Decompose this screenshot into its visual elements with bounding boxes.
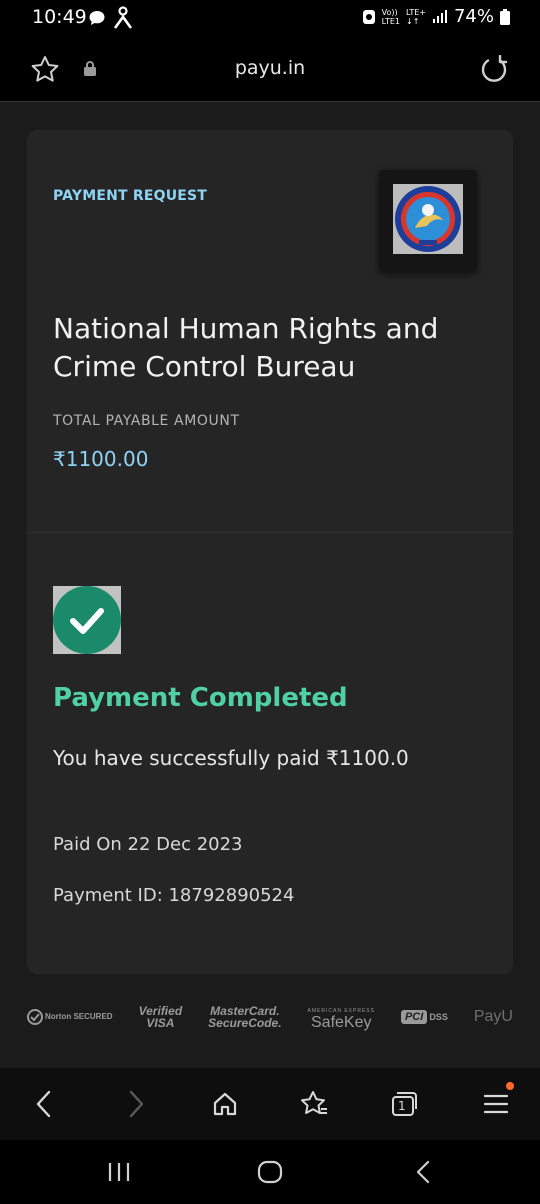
- paid-on-date: Paid On 22 Dec 2023: [53, 834, 243, 855]
- payu-logo: PayU: [473, 1008, 513, 1025]
- home-icon: [213, 1092, 237, 1116]
- status-bar: 10:49 Vo)) LTE1 LTE+ ↓↑ 74%: [0, 0, 540, 36]
- accessibility-icon: [113, 6, 133, 29]
- recent-apps-icon: [108, 1163, 130, 1181]
- notification-dot: [506, 1082, 514, 1090]
- payment-status-title: Payment Completed: [53, 683, 348, 713]
- page-content: PAYMENT REQUEST National Human Rights an…: [0, 102, 540, 1068]
- payment-success-message: You have successfully paid ₹1100.0: [53, 746, 409, 770]
- system-back-icon: [416, 1160, 430, 1184]
- bookmarks-button[interactable]: [298, 1088, 330, 1120]
- amex-safekey-badge: AMERICAN EXPRESS SafeKey: [307, 1008, 375, 1031]
- payment-id: Payment ID: 18792890524: [53, 885, 295, 906]
- system-navigation-bar: [0, 1140, 540, 1204]
- system-back-button[interactable]: [408, 1158, 438, 1186]
- back-arrow-icon: [36, 1090, 51, 1118]
- chat-notification-icon: [89, 11, 105, 25]
- checkmark-icon: [70, 608, 104, 634]
- reload-icon[interactable]: [480, 55, 508, 83]
- forward-button[interactable]: [120, 1088, 152, 1120]
- success-icon-frame: [53, 586, 121, 654]
- browser-toolbar: 1: [0, 1068, 540, 1140]
- lte-plus-label: LTE+: [405, 7, 426, 17]
- trust-badges: Norton SECURED Verified VISA MasterCard.…: [27, 997, 513, 1037]
- battery-percent: 74%: [453, 6, 494, 27]
- signal-icon: [432, 9, 447, 23]
- clock: 10:49: [32, 6, 87, 28]
- merchant-logo: [395, 186, 461, 252]
- menu-button[interactable]: [480, 1082, 514, 1120]
- forward-arrow-icon: [129, 1090, 144, 1118]
- norton-badge: Norton SECURED: [27, 1009, 113, 1025]
- verified-by-visa-badge: Verified VISA: [138, 1004, 183, 1030]
- url-host[interactable]: payu.in: [0, 57, 540, 79]
- system-home-icon: [257, 1160, 283, 1184]
- payment-request-label: PAYMENT REQUEST: [53, 188, 208, 204]
- section-divider: [27, 532, 513, 533]
- back-button[interactable]: [28, 1088, 60, 1120]
- merchant-name: National Human Rights and Crime Control …: [53, 312, 439, 383]
- merchant-logo-frame: [379, 170, 477, 272]
- url-bar: payu.in: [0, 36, 540, 102]
- data-saver-icon: [362, 9, 375, 24]
- data-arrows-icon: ↓↑: [405, 16, 420, 26]
- total-payable-label: TOTAL PAYABLE AMOUNT: [53, 413, 240, 429]
- mastercard-securecode-badge: MasterCard. SecureCode.: [208, 1004, 282, 1030]
- hamburger-menu-icon: [483, 1094, 509, 1114]
- volte-label: Vo)): [381, 7, 398, 17]
- battery-icon: [500, 8, 510, 25]
- tabs-button[interactable]: 1: [388, 1088, 420, 1120]
- lte1-label: LTE1: [381, 16, 400, 26]
- tabs-count: 1: [398, 1099, 406, 1113]
- system-home-button[interactable]: [255, 1158, 285, 1186]
- total-payable-amount: ₹1100.00: [53, 447, 149, 471]
- bookmarks-star-icon: [301, 1091, 327, 1114]
- norton-check-icon: [27, 1009, 43, 1025]
- home-button[interactable]: [209, 1088, 241, 1120]
- payment-card: PAYMENT REQUEST National Human Rights an…: [27, 130, 513, 974]
- pci-dss-badge: PCI DSS: [400, 1010, 448, 1024]
- recent-apps-button[interactable]: [104, 1158, 134, 1186]
